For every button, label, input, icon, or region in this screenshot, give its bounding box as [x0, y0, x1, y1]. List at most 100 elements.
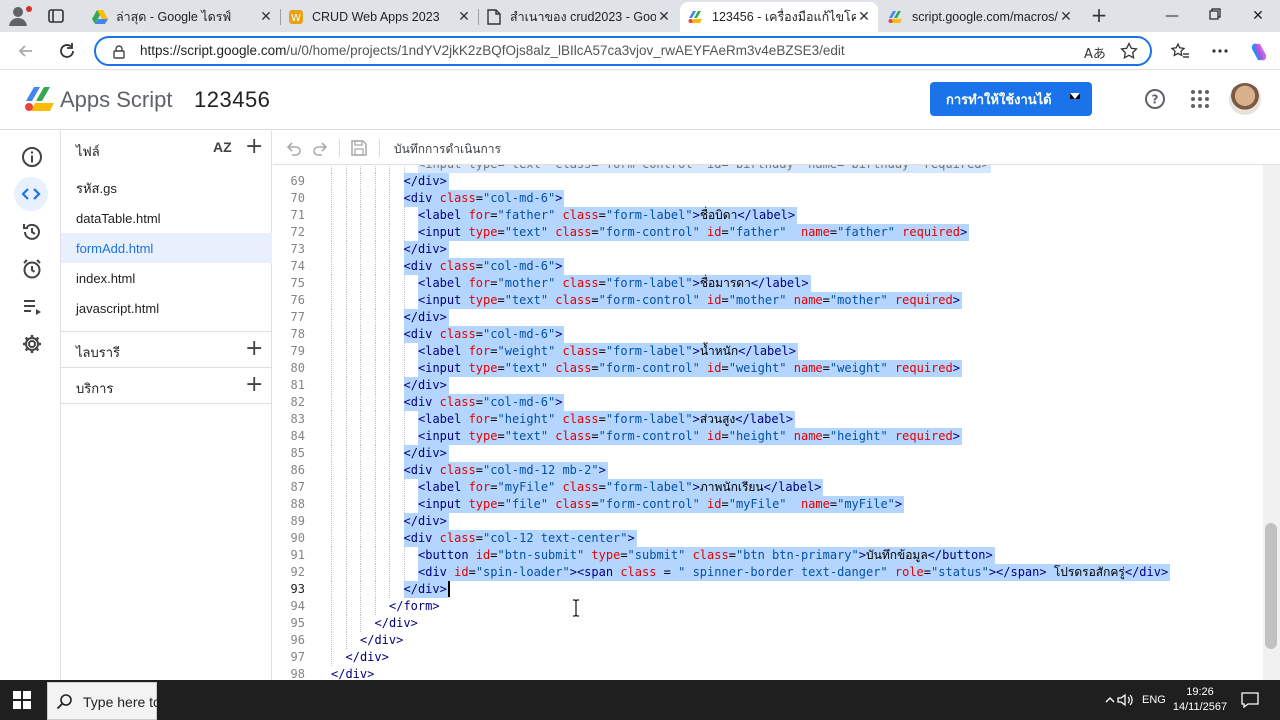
code-line[interactable]: 96 </div> — [273, 632, 1263, 649]
code-line[interactable]: 82 <div class="col-md-6"> — [273, 394, 1263, 411]
line-number: 84 — [290, 429, 305, 443]
code-line[interactable]: 73 </div> — [273, 241, 1263, 258]
code-line[interactable]: 79 <label for="weight" class="form-label"… — [273, 343, 1263, 360]
tab-script-macros[interactable]: script.google.com/macros/s/ ✕ — [880, 2, 1080, 32]
executions-list-icon[interactable] — [18, 293, 46, 321]
code-line[interactable]: 92 <div id="spin-loader"><span class = " … — [273, 564, 1263, 581]
avatar[interactable] — [1229, 83, 1261, 115]
help-icon[interactable]: ? — [1144, 88, 1166, 110]
taskbar-search-input[interactable]: Type here to search — [47, 682, 157, 720]
code-line[interactable]: 77 </div> — [273, 309, 1263, 326]
code-line[interactable]: 91 <button id="btn-submit" type="submit" … — [273, 547, 1263, 564]
line-number: 87 — [290, 480, 305, 494]
settings-gear-icon[interactable] — [18, 330, 46, 358]
new-tab-button[interactable]: + — [1088, 5, 1110, 27]
tab-title: script.google.com/macros/s/ — [912, 10, 1058, 24]
code-line[interactable]: 87 <label for="myFile" class="form-label"… — [273, 479, 1263, 496]
redo-icon[interactable] — [311, 139, 329, 157]
tab-actions-icon[interactable] — [46, 6, 66, 26]
code-line[interactable]: 98 </div> — [273, 666, 1263, 680]
save-icon[interactable] — [350, 139, 368, 157]
sort-az-button[interactable]: AZ — [213, 139, 232, 155]
apps-script-icon — [688, 9, 704, 25]
close-icon[interactable]: ✕ — [258, 9, 274, 25]
code-line[interactable]: 80 <input type="text" class="form-control… — [273, 360, 1263, 377]
editor-code-icon[interactable] — [14, 177, 48, 211]
code-line[interactable]: 86 <div class="col-md-12 mb-2"> — [273, 462, 1263, 479]
code-line[interactable]: 78 <div class="col-md-6"> — [273, 326, 1263, 343]
code-line[interactable]: 97 </div> — [273, 649, 1263, 666]
add-service-button[interactable]: + — [245, 374, 263, 396]
code-line[interactable]: 83 <label for="height" class="form-label"… — [273, 411, 1263, 428]
tab-project-editor[interactable]: 123456 - เครื่องมือแก้ไขโครงการ ✕ — [680, 2, 878, 32]
code-editor[interactable]: <input type="text" class="form-control" … — [273, 165, 1263, 680]
code-line[interactable]: 93 </div> — [273, 581, 1263, 598]
notifications-icon[interactable] — [1240, 690, 1260, 713]
close-icon[interactable]: ✕ — [656, 9, 672, 25]
scrollbar-thumb[interactable] — [1265, 523, 1277, 649]
code-line[interactable]: 75 <label for="mother" class="form-label"… — [273, 275, 1263, 292]
chevron-up-icon[interactable] — [1104, 692, 1116, 711]
file-item-formadd[interactable]: formAdd.html — [61, 233, 272, 263]
undo-icon[interactable] — [285, 139, 303, 157]
code-line[interactable]: 72 <input type="text" class="form-control… — [273, 224, 1263, 241]
close-icon[interactable]: ✕ — [456, 9, 472, 25]
close-icon[interactable]: ✕ — [856, 9, 872, 25]
reload-icon[interactable] — [57, 41, 77, 61]
tab-copy-crud2023[interactable]: สำเนาของ crud2023 - Google ✕ — [478, 2, 678, 32]
copilot-icon[interactable] — [1248, 41, 1268, 61]
tab-crud-web-apps[interactable]: W CRUD Web Apps 2023 ✕ — [280, 2, 478, 32]
indent-guide — [403, 275, 405, 292]
history-icon[interactable] — [18, 218, 46, 246]
editor-vertical-scrollbar[interactable] — [1263, 165, 1280, 680]
code-line[interactable]: 84 <input type="text" class="form-control… — [273, 428, 1263, 445]
read-aloud-button[interactable]: Aあ — [1084, 43, 1106, 62]
indent-guide — [389, 326, 390, 343]
triggers-alarm-icon[interactable] — [18, 255, 46, 283]
code-line[interactable]: 88 <input type="file" class="form-control… — [273, 496, 1263, 513]
code-line[interactable]: 90 <div class="col-12 text-center"> — [273, 530, 1263, 547]
line-number: 79 — [290, 344, 305, 358]
apps-script-logo-icon[interactable] — [24, 86, 56, 112]
tab-google-drive[interactable]: ล่าสุด - Google ไดรฟ์ ✕ — [84, 2, 280, 32]
windows-start-icon[interactable] — [12, 690, 32, 710]
code-line[interactable]: 70 <div class="col-md-6"> — [273, 190, 1263, 207]
code-line[interactable]: 85 </div> — [273, 445, 1263, 462]
code-line[interactable]: 81 </div> — [273, 377, 1263, 394]
libraries-label: ไลบรารี — [76, 346, 121, 361]
volume-icon[interactable] — [1116, 692, 1134, 711]
address-bar[interactable]: https://script.google.com/u/0/home/proje… — [94, 36, 1152, 66]
file-item-datatable[interactable]: dataTable.html — [61, 203, 272, 233]
code-line[interactable]: 74 <div class="col-md-6"> — [273, 258, 1263, 275]
taskbar-clock[interactable]: 19:26 14/11/2567 — [1170, 685, 1230, 715]
apps-grid-icon[interactable] — [1189, 88, 1211, 110]
deploy-button[interactable]: การทำให้ใช้งานได้ — [930, 82, 1092, 116]
file-item-index[interactable]: index.html — [61, 263, 272, 293]
close-window-icon[interactable]: ✕ — [1248, 6, 1268, 26]
favorite-star-icon[interactable] — [1120, 41, 1138, 60]
minimize-icon[interactable]: — — [1162, 6, 1182, 26]
file-item-code-gs[interactable]: รหัส.gs — [61, 173, 272, 203]
code-line[interactable]: <input type="text" class="form-control" … — [273, 165, 1263, 173]
code-line[interactable]: 71 <label for="father" class="form-label"… — [273, 207, 1263, 224]
code-line[interactable]: 89 </div> — [273, 513, 1263, 530]
code-line[interactable]: 95 </div> — [273, 615, 1263, 632]
restore-icon[interactable] — [1205, 6, 1225, 26]
close-icon[interactable]: ✕ — [1058, 9, 1074, 25]
code-line[interactable]: 76 <input type="text" class="form-control… — [273, 292, 1263, 309]
execution-log-button[interactable]: บันทึกการดำเนินการ — [394, 140, 501, 159]
code-line[interactable]: 69 </div> — [273, 173, 1263, 190]
back-icon[interactable] — [16, 41, 36, 61]
more-menu-icon[interactable] — [1210, 41, 1230, 61]
lock-icon[interactable] — [112, 44, 126, 59]
language-indicator[interactable]: ENG — [1142, 694, 1166, 706]
profile-icon[interactable] — [8, 4, 34, 28]
project-title[interactable]: 123456 — [194, 87, 270, 113]
code-line[interactable]: 94 </form> — [273, 598, 1263, 615]
favorites-bar-icon[interactable] — [1170, 41, 1190, 61]
overview-info-icon[interactable] — [18, 143, 46, 171]
add-library-button[interactable]: + — [245, 338, 263, 360]
add-file-button[interactable]: + — [245, 136, 263, 158]
indent-guide — [389, 547, 390, 564]
file-item-javascript[interactable]: javascript.html — [61, 293, 272, 323]
